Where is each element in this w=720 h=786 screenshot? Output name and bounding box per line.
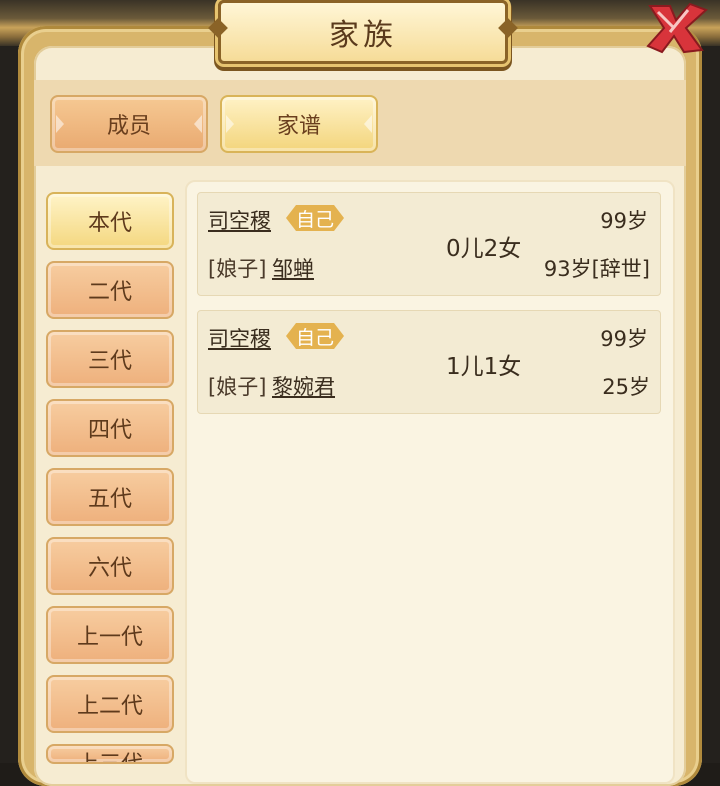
generation-label: 二代 bbox=[87, 280, 132, 305]
spouse-age: 93岁[辞世] bbox=[543, 257, 650, 281]
generation-button-2[interactable]: 二代 bbox=[46, 261, 174, 319]
generation-button-4[interactable]: 四代 bbox=[46, 399, 174, 457]
children-count: 1儿1女 bbox=[446, 354, 522, 380]
tab-members-label: 成员 bbox=[106, 114, 151, 139]
generation-button-prev-1[interactable]: 上一代 bbox=[46, 606, 174, 664]
self-badge: 自己 bbox=[286, 323, 344, 349]
generation-button-prev-2[interactable]: 上二代 bbox=[46, 675, 174, 733]
tab-family-tree[interactable]: 家谱 bbox=[220, 95, 378, 153]
generation-label: 上一代 bbox=[76, 625, 143, 650]
close-button[interactable] bbox=[640, 0, 712, 58]
generation-button-6[interactable]: 六代 bbox=[46, 537, 174, 595]
spouse-name-link[interactable]: 邹蝉 bbox=[272, 253, 314, 283]
family-record-row: 司空稷 自己 [娘子] 邹蝉 0儿2女 99岁 93岁[辞世] bbox=[197, 192, 661, 296]
generation-label: 三代 bbox=[87, 349, 132, 374]
generation-label: 上二代 bbox=[76, 694, 143, 719]
member-name-link[interactable]: 司空稷 bbox=[208, 323, 271, 353]
spouse-label: [娘子] bbox=[208, 257, 267, 281]
dialog-title: 家族 bbox=[329, 18, 397, 53]
generation-label: 五代 bbox=[87, 487, 132, 512]
generation-label: 上三代 bbox=[77, 746, 143, 762]
generation-label: 六代 bbox=[87, 556, 132, 581]
member-age: 99岁 bbox=[600, 209, 648, 233]
spouse-name-link[interactable]: 黎婉君 bbox=[272, 371, 335, 401]
generation-button-prev-3[interactable]: 上三代 bbox=[46, 744, 174, 764]
generation-button-current[interactable]: 本代 bbox=[46, 192, 174, 250]
spouse-age: 25岁 bbox=[602, 375, 650, 399]
family-record-row: 司空稷 自己 [娘子] 黎婉君 1儿1女 99岁 25岁 bbox=[197, 310, 661, 414]
member-name-link[interactable]: 司空稷 bbox=[208, 205, 271, 235]
spouse-label: [娘子] bbox=[208, 375, 267, 399]
tab-left-ornament bbox=[226, 115, 234, 133]
close-icon bbox=[646, 2, 708, 54]
tab-right-ornament bbox=[194, 115, 202, 133]
generation-button-5[interactable]: 五代 bbox=[46, 468, 174, 526]
title-plaque: 家族 bbox=[218, 0, 508, 64]
tab-family-tree-label: 家谱 bbox=[276, 114, 321, 139]
children-count: 0儿2女 bbox=[446, 236, 522, 262]
generation-label: 四代 bbox=[87, 418, 132, 443]
tab-left-ornament bbox=[56, 115, 64, 133]
self-badge: 自己 bbox=[286, 205, 344, 231]
generation-button-3[interactable]: 三代 bbox=[46, 330, 174, 388]
tab-members[interactable]: 成员 bbox=[50, 95, 208, 153]
member-age: 99岁 bbox=[600, 327, 648, 351]
tab-right-ornament bbox=[364, 115, 372, 133]
generation-label: 本代 bbox=[87, 211, 132, 236]
